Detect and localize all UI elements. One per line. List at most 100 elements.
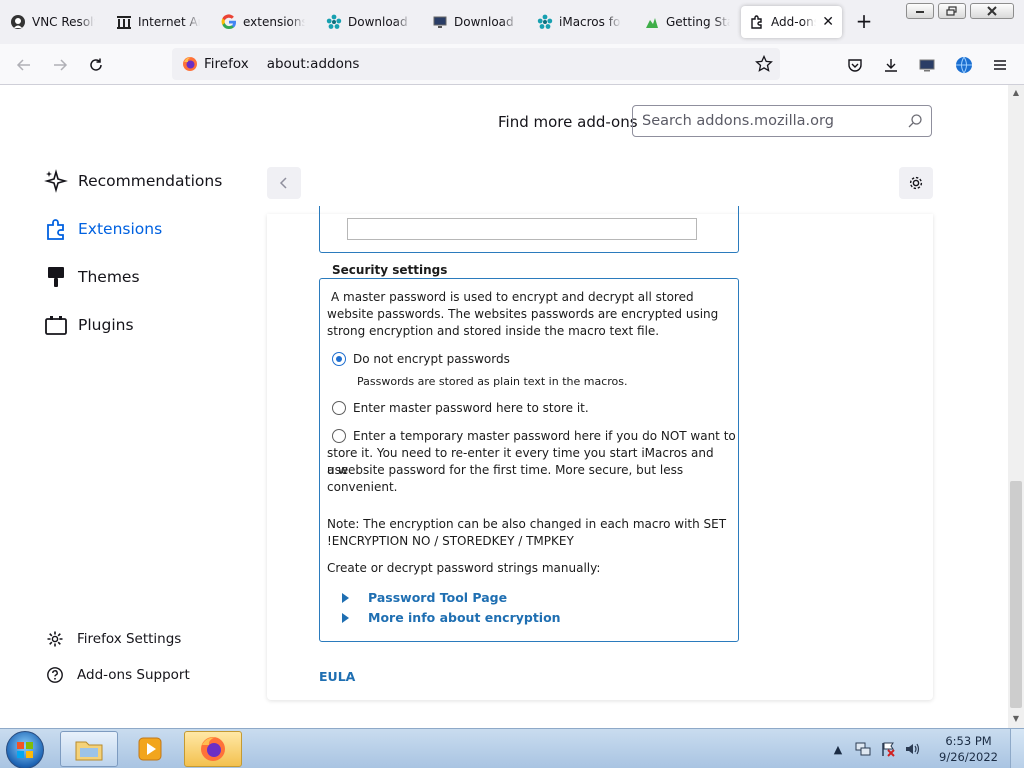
intro-line: strong encryption and stored inside the … (327, 324, 660, 338)
system-clock[interactable]: 6:53 PM 9/26/2022 (939, 733, 998, 765)
triangle-right-icon (342, 612, 349, 623)
puzzle-icon (44, 217, 68, 241)
radio-label: convenient. (327, 480, 398, 494)
encryption-note: Note: The encryption can be also changed… (327, 517, 727, 531)
tools-for-all-addons-button[interactable] (899, 167, 933, 199)
forward-button[interactable] (47, 52, 73, 78)
tab-getting-started[interactable]: Getting Star (644, 6, 730, 38)
network-icon[interactable] (854, 741, 872, 757)
reload-button[interactable] (83, 52, 109, 78)
link-label: Password Tool Page (368, 590, 508, 605)
addons-support-link[interactable]: Add-ons Support (46, 666, 190, 684)
clock-date: 9/26/2022 (939, 750, 998, 764)
category-label: Extensions (78, 220, 163, 238)
pocket-button[interactable] (842, 52, 868, 78)
tab-label: Internet Arc (138, 15, 200, 29)
gear-icon (46, 630, 64, 648)
eula-link[interactable]: EULA (319, 669, 355, 684)
minimize-button[interactable] (906, 3, 934, 19)
restore-button[interactable] (938, 3, 966, 19)
link-label: More info about encryption (368, 610, 561, 625)
category-plugins[interactable]: Plugins (44, 313, 134, 337)
encryption-note: !ENCRYPTION NO / STOREDKEY / TMPKEY (327, 534, 574, 548)
taskbar-media-player[interactable] (121, 731, 179, 767)
monitor-icon (919, 59, 935, 72)
back-to-list-button[interactable] (267, 167, 301, 199)
imacros-icon (326, 14, 342, 30)
chevron-left-icon (279, 177, 287, 189)
category-themes[interactable]: Themes (44, 265, 140, 289)
scrollbar-thumb[interactable] (1010, 481, 1022, 708)
identity-box[interactable]: Firefox (172, 56, 249, 72)
tab-label: Getting Star (666, 15, 730, 29)
tab-download-monitor[interactable]: Download a (432, 6, 518, 38)
archive-icon (116, 14, 132, 30)
extension-globe-button[interactable] (951, 52, 977, 78)
tab-google-extensions[interactable]: extensions t (221, 6, 305, 38)
tab-imacros-for[interactable]: iMacros for (537, 6, 621, 38)
forward-arrow-icon (54, 59, 68, 71)
tab-label: extensions t (243, 15, 305, 29)
show-desktop-button[interactable] (1010, 729, 1024, 768)
vertical-scrollbar[interactable]: ▲ ▼ (1008, 85, 1024, 728)
no-encryption-radio[interactable] (332, 352, 346, 366)
vnc-icon (10, 14, 26, 30)
show-hidden-icons[interactable]: ▲ (829, 741, 847, 757)
text-field[interactable] (347, 218, 697, 240)
pocket-icon (848, 59, 862, 72)
bookmark-star-icon[interactable] (754, 54, 774, 74)
search-addons-input[interactable]: Search addons.mozilla.org (632, 105, 932, 137)
back-arrow-icon (16, 59, 30, 71)
hamburger-menu-icon (994, 60, 1006, 70)
tab-vnc[interactable]: VNC Resolv (10, 6, 95, 38)
intro-line: website passwords. The websites password… (327, 307, 719, 321)
puzzle-icon (749, 14, 765, 30)
close-window-button[interactable] (970, 3, 1014, 19)
plugin-icon (44, 313, 68, 337)
store-master-password-radio[interactable] (332, 401, 346, 415)
radio-label[interactable]: Do not encrypt passwords (353, 351, 510, 368)
start-button[interactable] (6, 731, 44, 768)
firefox-icon (201, 737, 225, 761)
new-tab-button[interactable]: + (853, 11, 875, 33)
sparkle-icon (44, 169, 68, 193)
scroll-down-icon[interactable]: ▼ (1011, 714, 1021, 724)
security-settings-fieldset: A master password is used to encrypt and… (319, 278, 739, 642)
radio-label[interactable]: Enter master password here to store it. (353, 400, 589, 417)
reload-icon (90, 58, 102, 71)
tab-add-ons[interactable]: Add-ons ✕ (741, 6, 842, 38)
firefox-icon (183, 57, 197, 71)
tab-download-imacros[interactable]: Download A (326, 6, 411, 38)
temporary-master-password-radio[interactable] (332, 429, 346, 443)
window-controls (906, 3, 1014, 19)
sidelink-label: Add-ons Support (77, 667, 190, 683)
scroll-up-icon[interactable]: ▲ (1011, 88, 1021, 98)
app-menu-button[interactable] (987, 52, 1013, 78)
clock-time: 6:53 PM (945, 734, 992, 748)
close-tab-icon[interactable]: ✕ (822, 14, 834, 30)
radio-label[interactable]: Enter a temporary master password here i… (353, 428, 736, 445)
category-extensions[interactable]: Extensions (44, 217, 162, 241)
imacros-icon (537, 14, 553, 30)
url-bar[interactable]: Firefox about:addons (172, 48, 780, 80)
tab-internet-archive[interactable]: Internet Arc (116, 6, 200, 38)
taskbar-explorer[interactable] (60, 731, 118, 767)
windows-logo-icon (17, 742, 33, 758)
addons-manager-page: Find more add-ons Search addons.mozilla.… (0, 85, 1008, 728)
category-recommendations[interactable]: Recommendations (44, 169, 222, 193)
password-tool-page-link[interactable]: Password Tool Page (342, 589, 507, 606)
back-button[interactable] (11, 52, 37, 78)
category-label: Themes (78, 268, 140, 286)
downloads-button[interactable] (878, 52, 904, 78)
taskbar-firefox[interactable] (184, 731, 242, 767)
url-text[interactable]: about:addons (267, 56, 360, 72)
windows-taskbar: ▲ 6:53 PM 9/26/2022 (0, 728, 1024, 768)
action-center-icon[interactable] (879, 741, 897, 757)
tab-strip: VNC Resolv Internet Arc extensions t Dow… (0, 0, 1024, 44)
firefox-settings-link[interactable]: Firefox Settings (46, 630, 181, 648)
intro-line: A master password is used to encrypt and… (331, 290, 694, 304)
encryption-info-link[interactable]: More info about encryption (342, 609, 561, 626)
getting-started-icon (644, 14, 660, 30)
extension-monitor-button[interactable] (914, 52, 940, 78)
volume-icon[interactable] (904, 741, 922, 757)
